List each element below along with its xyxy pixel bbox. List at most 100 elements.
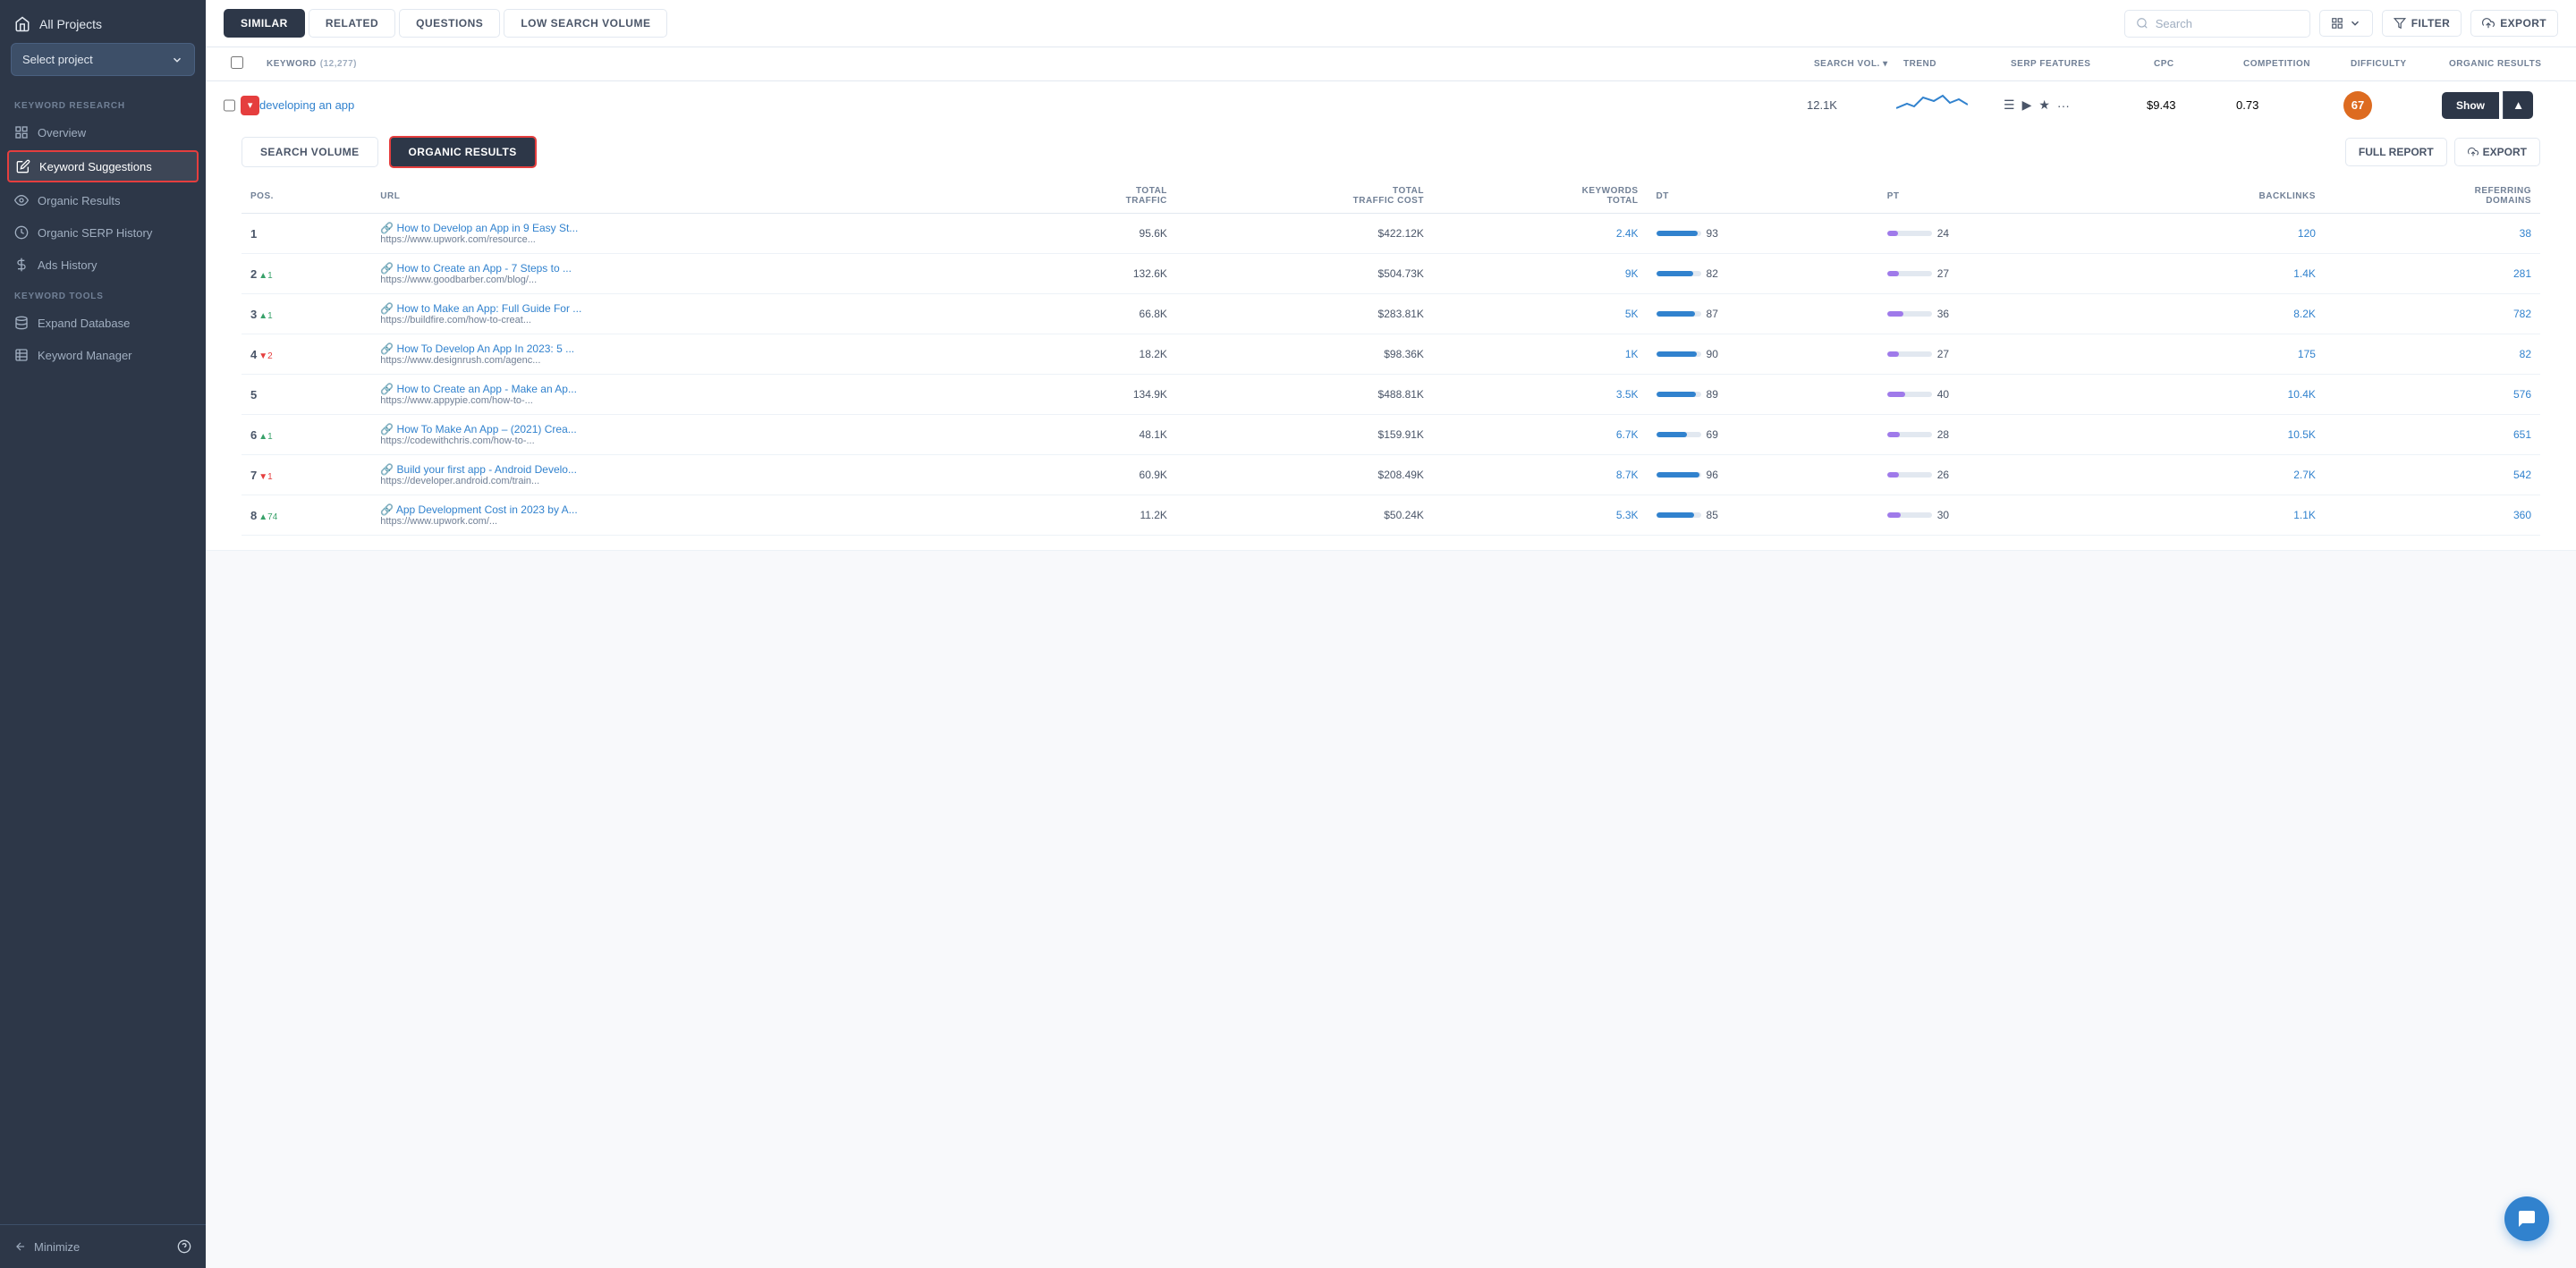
- keyword-link[interactable]: developing an app: [259, 98, 354, 112]
- keywords-total-cell: 3.5K: [1433, 375, 1648, 415]
- keywords-total-link[interactable]: 9K: [1625, 267, 1639, 280]
- export-button[interactable]: EXPORT: [2470, 10, 2558, 37]
- sidebar-item-expand-database[interactable]: Expand Database: [0, 307, 206, 339]
- tab-questions[interactable]: QUESTIONS: [399, 9, 500, 38]
- view-toggle-button[interactable]: [2319, 10, 2373, 37]
- export-small-button[interactable]: EXPORT: [2454, 138, 2540, 166]
- referring-domains-cell: 782: [2325, 294, 2540, 334]
- sidebar-item-label: Organic Results: [38, 194, 120, 207]
- referring-domains-link[interactable]: 360: [2513, 509, 2531, 521]
- referring-domains-link[interactable]: 782: [2513, 308, 2531, 320]
- pt-cell: 27: [1878, 334, 2109, 375]
- url-title-link[interactable]: 🔗 How to Develop an App in 9 Easy St...: [380, 222, 578, 234]
- keywords-total-link[interactable]: 1K: [1625, 348, 1639, 360]
- tab-search-volume[interactable]: SEARCH VOLUME: [242, 137, 378, 167]
- referring-domains-link[interactable]: 576: [2513, 388, 2531, 401]
- keywords-total-link[interactable]: 5K: [1625, 308, 1639, 320]
- pos-change: ▲1: [258, 432, 272, 442]
- position-number: 6: [250, 428, 257, 442]
- total-traffic-cell: 60.9K: [1004, 455, 1176, 495]
- url-cell: 🔗 How to Create an App - 7 Steps to ... …: [371, 254, 1004, 294]
- keywords-total-link[interactable]: 2.4K: [1616, 227, 1639, 240]
- full-report-button[interactable]: FULL REPORT: [2345, 138, 2447, 166]
- url-title-link[interactable]: 🔗 How to Create an App - Make an Ap...: [380, 383, 577, 395]
- backlinks-link[interactable]: 120: [2298, 227, 2316, 240]
- table-row: 8▲74 🔗 App Development Cost in 2023 by A…: [242, 495, 2540, 536]
- sidebar-item-keyword-manager[interactable]: Keyword Manager: [0, 339, 206, 371]
- minimize-button[interactable]: Minimize: [14, 1240, 80, 1254]
- url-title-link[interactable]: 🔗 How To Make An App – (2021) Crea...: [380, 423, 577, 435]
- dt-bar: 69: [1657, 428, 1869, 441]
- url-title-link[interactable]: 🔗 Build your first app - Android Develo.…: [380, 463, 577, 476]
- search-box[interactable]: [2124, 10, 2310, 38]
- pt-bar: 26: [1887, 469, 2100, 481]
- show-organic-results-button[interactable]: Show: [2442, 92, 2499, 119]
- help-icon[interactable]: [177, 1239, 191, 1254]
- select-all-checkbox[interactable]: [231, 56, 243, 69]
- sidebar-item-keyword-suggestions[interactable]: Keyword Suggestions: [7, 150, 199, 182]
- dt-cell: 87: [1648, 294, 1878, 334]
- keyword-checkbox[interactable]: [224, 99, 235, 112]
- col-dt: DT: [1648, 179, 1878, 214]
- dt-bar-bg: [1657, 271, 1701, 276]
- pt-bar: 28: [1887, 428, 2100, 441]
- referring-domains-link[interactable]: 281: [2513, 267, 2531, 280]
- sidebar-item-ads-history[interactable]: Ads History: [0, 249, 206, 281]
- difficulty-cell: 67: [2343, 91, 2442, 120]
- keywords-total-link[interactable]: 6.7K: [1616, 428, 1639, 441]
- backlinks-cell: 10.5K: [2109, 415, 2325, 455]
- backlinks-link[interactable]: 8.2K: [2293, 308, 2316, 320]
- tab-related[interactable]: RELATED: [309, 9, 395, 38]
- url-title-link[interactable]: 🔗 How to Create an App - 7 Steps to ...: [380, 262, 572, 275]
- dt-cell: 89: [1648, 375, 1878, 415]
- search-vol-cell: 12.1K: [1807, 98, 1896, 112]
- tab-low-search-volume[interactable]: LOW SEARCH VOLUME: [504, 9, 667, 38]
- col-keywords-total: KEYWORDSTOTAL: [1433, 179, 1648, 214]
- tab-similar[interactable]: SIMILAR: [224, 9, 305, 38]
- show-organic-results-arrow[interactable]: ▲: [2503, 91, 2533, 119]
- expand-arrow-button[interactable]: ▾: [241, 96, 259, 115]
- project-select-dropdown[interactable]: Select project: [11, 43, 195, 76]
- all-projects-link[interactable]: All Projects: [0, 0, 206, 43]
- search-input[interactable]: [2156, 17, 2299, 30]
- backlinks-link[interactable]: 1.4K: [2293, 267, 2316, 280]
- keywords-total-link[interactable]: 8.7K: [1616, 469, 1639, 481]
- pt-bar: 40: [1887, 388, 2100, 401]
- backlinks-link[interactable]: 175: [2298, 348, 2316, 360]
- expanded-actions: FULL REPORT EXPORT: [2345, 138, 2540, 166]
- total-traffic-cell: 66.8K: [1004, 294, 1176, 334]
- backlinks-cell: 120: [2109, 214, 2325, 254]
- backlinks-link[interactable]: 2.7K: [2293, 469, 2316, 481]
- keywords-total-link[interactable]: 5.3K: [1616, 509, 1639, 521]
- organic-results-cell: Show ▲: [2442, 91, 2558, 119]
- backlinks-link[interactable]: 1.1K: [2293, 509, 2316, 521]
- sidebar-item-organic-serp-history[interactable]: Organic SERP History: [0, 216, 206, 249]
- pt-bar: 36: [1887, 308, 2100, 320]
- backlinks-link[interactable]: 10.4K: [2288, 388, 2316, 401]
- chat-button[interactable]: [2504, 1196, 2549, 1241]
- backlinks-link[interactable]: 10.5K: [2288, 428, 2316, 441]
- referring-domains-cell: 576: [2325, 375, 2540, 415]
- sidebar-item-overview[interactable]: Overview: [0, 116, 206, 148]
- pt-cell: 26: [1878, 455, 2109, 495]
- referring-domains-link[interactable]: 651: [2513, 428, 2531, 441]
- referring-domains-link[interactable]: 82: [2520, 348, 2531, 360]
- url-title-link[interactable]: 🔗 App Development Cost in 2023 by A...: [380, 503, 577, 516]
- tab-organic-results[interactable]: ORGANIC RESULTS: [389, 136, 537, 168]
- col-keyword[interactable]: KEYWORD (12,277): [259, 50, 1807, 78]
- sidebar-item-organic-results[interactable]: Organic Results: [0, 184, 206, 216]
- filter-button[interactable]: FILTER: [2382, 10, 2462, 37]
- dt-bar: 89: [1657, 388, 1869, 401]
- keyword-main-row: ▾ developing an app 12.1K ☰ ▶ ★ ··· $9.4…: [224, 81, 2558, 129]
- dt-cell: 69: [1648, 415, 1878, 455]
- col-search-vol[interactable]: SEARCH VOL. ▾: [1807, 50, 1896, 78]
- url-title-link[interactable]: 🔗 How To Develop An App In 2023: 5 ...: [380, 342, 574, 355]
- referring-domains-link[interactable]: 542: [2513, 469, 2531, 481]
- keywords-total-link[interactable]: 3.5K: [1616, 388, 1639, 401]
- col-total-traffic-cost: TOTALTRAFFIC COST: [1176, 179, 1433, 214]
- pt-bar: 24: [1887, 227, 2100, 240]
- position-number: 8: [250, 509, 257, 522]
- referring-domains-link[interactable]: 38: [2520, 227, 2531, 240]
- dt-value: 82: [1707, 267, 1718, 280]
- url-title-link[interactable]: 🔗 How to Make an App: Full Guide For ...: [380, 302, 581, 315]
